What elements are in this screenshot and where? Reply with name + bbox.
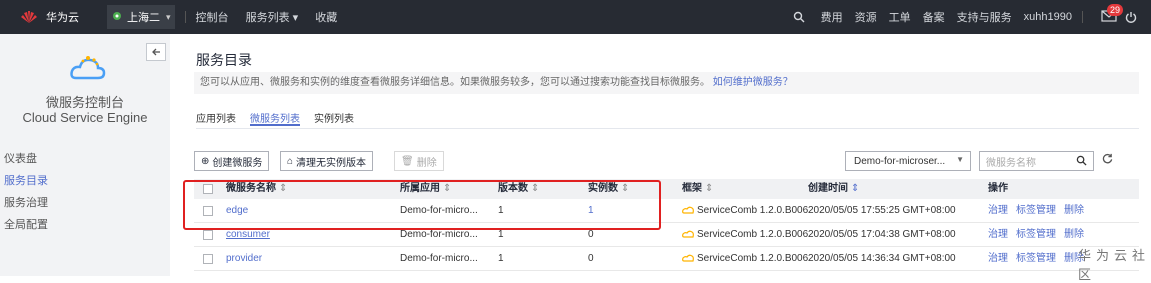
sidebar-item-service-catalog[interactable]: 服务目录 — [0, 170, 170, 192]
col-header-ops: 操作 — [988, 183, 1008, 194]
nav-resources[interactable]: 资源 — [855, 9, 877, 25]
row-checkbox[interactable] — [203, 230, 213, 240]
govern-link[interactable]: 治理 — [988, 253, 1008, 264]
nav-console[interactable]: 控制台 — [196, 12, 229, 24]
divider — [1082, 11, 1083, 23]
servicecomb-icon — [682, 206, 694, 214]
mail-count-badge: 29 — [1107, 4, 1124, 16]
page-title: 服务目录 — [196, 52, 252, 68]
versions-cell: 1 — [498, 253, 504, 264]
tag-manage-link[interactable]: 标签管理 — [1016, 229, 1056, 240]
framework-cell: ServiceComb 1.2.0.B006 — [682, 249, 808, 269]
info-text: 您可以从应用、微服务和实例的维度查看微服务详细信息。如果微服务较多，您可以通过搜… — [200, 77, 710, 88]
annotation-highlight-box — [183, 180, 661, 230]
tab-bar: 应用列表 微服务列表 实例列表 — [196, 110, 368, 128]
info-banner: 您可以从应用、微服务和实例的维度查看微服务详细信息。如果微服务较多，您可以通过搜… — [194, 72, 1139, 94]
nav-filing[interactable]: 备案 — [923, 9, 945, 25]
mail-button[interactable]: 29 — [1101, 4, 1124, 24]
console-title-en: Cloud Service Engine — [22, 110, 148, 125]
nav-favorites[interactable]: 收藏 — [315, 12, 337, 24]
app-filter-select[interactable]: Demo-for-microser... ▼ — [845, 151, 971, 171]
sidebar: 微服务控制台 Cloud Service Engine 仪表盘 服务目录 服务治… — [0, 34, 170, 276]
created-cell: 2020/05/05 14:36:34 GMT+08:00 — [808, 253, 956, 264]
chevron-down-icon: ▼ — [956, 155, 964, 164]
main-content: 服务目录 您可以从应用、微服务和实例的维度查看微服务详细信息。如果微服务较多，您… — [178, 34, 1151, 276]
servicecomb-icon — [682, 230, 694, 238]
framework-cell: ServiceComb 1.2.0.B006 — [682, 201, 808, 221]
sidebar-item-global-config[interactable]: 全局配置 — [0, 214, 170, 236]
divider — [184, 11, 186, 23]
sidebar-item-dashboard[interactable]: 仪表盘 — [0, 148, 170, 170]
ops-cell: 治理 标签管理 删除 — [988, 225, 1092, 245]
servicecomb-icon — [682, 254, 694, 262]
user-menu[interactable]: xuhh1990 — [1024, 11, 1072, 23]
plus-circle-icon: ⊕ — [201, 155, 210, 167]
nav-service-list[interactable]: 服务列表 ▾ — [246, 12, 299, 24]
col-header-framework[interactable]: 框架 ⇕ — [682, 179, 713, 199]
help-link[interactable]: 如何维护微服务？ — [713, 77, 793, 88]
location-pin-icon — [113, 12, 121, 20]
trash-icon: 🗑 — [401, 155, 414, 167]
region-label: 上海二 — [127, 12, 160, 24]
top-nav: 控制台 服务列表 ▾ 收藏 — [196, 9, 352, 25]
tab-app-list[interactable]: 应用列表 — [196, 110, 236, 128]
search-placeholder: 微服务名称 — [986, 157, 1036, 169]
created-cell: 2020/05/05 17:55:25 GMT+08:00 — [808, 205, 956, 216]
ops-cell: 治理 标签管理 删除 — [988, 201, 1092, 221]
create-label: 创建微服务 — [212, 157, 263, 169]
app-cell: Demo-for-micro... — [400, 253, 478, 264]
console-title-cn: 微服务控制台 — [45, 95, 124, 110]
top-navbar: 华为云 上海二 ▾ 控制台 服务列表 ▾ 收藏 费用 资源 工单 备案 支持与服… — [0, 0, 1151, 34]
govern-link[interactable]: 治理 — [988, 205, 1008, 216]
ops-cell: 治理 标签管理 删除 — [988, 249, 1092, 269]
sort-icon[interactable]: ⇕ — [851, 183, 859, 194]
delete-link[interactable]: 删除 — [1064, 205, 1084, 216]
row-checkbox[interactable] — [203, 254, 213, 264]
instances-cell: 0 — [588, 253, 594, 264]
tab-microservice-list[interactable]: 微服务列表 — [250, 110, 300, 126]
tag-manage-link[interactable]: 标签管理 — [1016, 253, 1056, 264]
sidebar-menu: 仪表盘 服务目录 服务治理 全局配置 — [0, 148, 170, 236]
tag-manage-link[interactable]: 标签管理 — [1016, 205, 1056, 216]
nav-support[interactable]: 支持与服务 — [957, 9, 1012, 25]
search-input[interactable]: 微服务名称 — [979, 151, 1094, 171]
clean-label: 清理无实例版本 — [296, 157, 367, 169]
collapse-arrow-icon — [152, 48, 160, 56]
collapse-sidebar-button[interactable] — [146, 43, 166, 61]
nav-billing[interactable]: 费用 — [821, 9, 843, 25]
delete-button[interactable]: 🗑 删除 — [394, 151, 444, 171]
framework-cell: ServiceComb 1.2.0.B006 — [682, 225, 808, 245]
create-microservice-button[interactable]: ⊕ 创建微服务 — [194, 151, 270, 171]
huawei-flower-icon — [21, 11, 37, 23]
chevron-down-icon: ▾ — [166, 11, 171, 22]
search-icon[interactable] — [793, 11, 805, 23]
app-filter-value: Demo-for-microser... — [854, 155, 946, 167]
sidebar-item-governance[interactable]: 服务治理 — [0, 192, 170, 214]
nav-tickets[interactable]: 工单 — [889, 9, 911, 25]
refresh-icon[interactable] — [1102, 153, 1113, 167]
search-icon[interactable] — [1076, 155, 1087, 169]
cloud-service-logo-icon — [70, 56, 106, 80]
watermark-text: 华为云社区 — [1078, 248, 1151, 282]
created-cell: 2020/05/05 17:04:38 GMT+08:00 — [808, 229, 956, 240]
table-row: provider Demo-for-micro... 1 0 ServiceCo… — [194, 249, 1139, 271]
huawei-logo[interactable]: 华为云 — [20, 9, 79, 25]
govern-link[interactable]: 治理 — [988, 229, 1008, 240]
broom-icon: ⌂ — [287, 155, 294, 167]
top-right-menu: 费用 资源 工单 备案 支持与服务 xuhh1990 29 — [793, 0, 1137, 34]
region-selector[interactable]: 上海二 ▾ — [107, 5, 175, 29]
delete-label: 删除 — [416, 157, 437, 169]
tab-divider — [196, 128, 1139, 129]
logout-icon[interactable] — [1125, 11, 1137, 23]
clean-versions-button[interactable]: ⌂ 清理无实例版本 — [280, 151, 374, 171]
sort-icon[interactable]: ⇕ — [705, 183, 713, 194]
brand-name: 华为云 — [46, 12, 79, 24]
tab-instance-list[interactable]: 实例列表 — [314, 110, 354, 128]
col-header-created[interactable]: 创建时间 ⇕ — [808, 179, 859, 199]
delete-link[interactable]: 删除 — [1064, 229, 1084, 240]
service-name-link[interactable]: provider — [226, 249, 262, 269]
